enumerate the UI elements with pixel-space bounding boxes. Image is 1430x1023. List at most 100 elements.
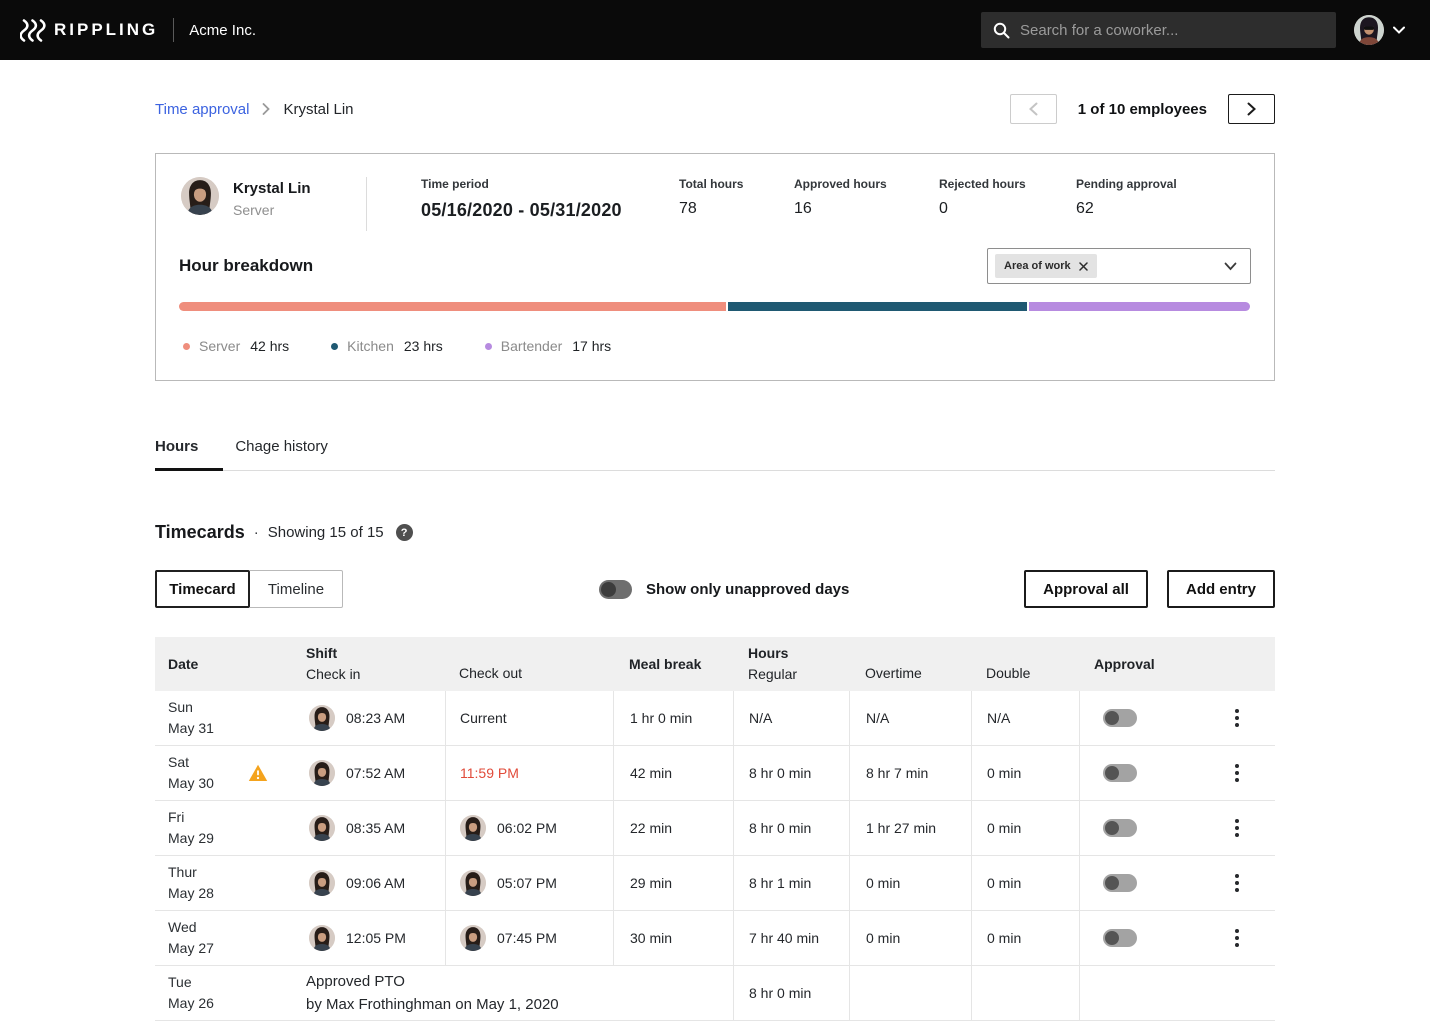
table-header: Date Shift Check in Check out Meal break… — [155, 637, 1275, 691]
breadcrumb-link-time-approval[interactable]: Time approval — [155, 101, 249, 118]
view-timeline-button[interactable]: Timeline — [250, 570, 343, 608]
overtime-cell — [849, 966, 971, 1020]
timecard-row: Sun May 31 08:23 AM Current 1 hr 0 min N… — [155, 691, 1275, 746]
employee-avatar — [181, 177, 219, 215]
timecard-row: Wed May 27 12:05 PM 07:45 PM 30 min 7 hr… — [155, 911, 1275, 966]
day-label: Wed — [168, 917, 197, 938]
kebab-menu-icon[interactable] — [1229, 924, 1245, 952]
tab-hours[interactable]: Hours — [155, 438, 223, 471]
search-input[interactable] — [1020, 22, 1324, 39]
meal-break-cell: 1 hr 0 min — [613, 691, 733, 745]
approval-cell — [1079, 691, 1199, 745]
kebab-menu-icon[interactable] — [1229, 759, 1245, 787]
meal-break-cell: 30 min — [613, 911, 733, 965]
bar-segment-bartender — [1029, 302, 1250, 311]
bar-segment-kitchen — [728, 302, 1027, 311]
check-out-time-alert: 11:59 PM — [460, 765, 519, 781]
filter-tag-label: Area of work — [1004, 260, 1071, 272]
check-out-time: 07:45 PM — [497, 930, 557, 946]
breadcrumb: Time approval Krystal Lin — [155, 101, 354, 118]
user-menu[interactable] — [1354, 15, 1405, 45]
approval-toggle[interactable] — [1103, 929, 1137, 947]
header-date: Date — [155, 637, 295, 691]
coworker-search[interactable] — [981, 12, 1336, 48]
legend-dot-kitchen — [331, 343, 338, 350]
toggle-knob — [1105, 876, 1119, 890]
tab-change-history[interactable]: Chage history — [235, 438, 328, 470]
hour-breakdown-bar — [179, 302, 1250, 311]
hour-breakdown-title: Hour breakdown — [179, 256, 313, 276]
timecard-row-pto: Tue May 26 Approved PTO by Max Frothingh… — [155, 966, 1275, 1021]
header-checkout: Check out — [445, 637, 613, 691]
breadcrumb-current: Krystal Lin — [283, 101, 353, 118]
header-approval: Approval — [1079, 637, 1199, 691]
day-label: Sat — [168, 752, 189, 773]
employee-summary-card: Krystal Lin Server Time period 05/16/202… — [155, 153, 1275, 381]
timecard-row: Thur May 28 09:06 AM 05:07 PM 29 min 8 h… — [155, 856, 1275, 911]
next-employee-button[interactable] — [1228, 94, 1275, 124]
warning-icon[interactable] — [248, 764, 268, 782]
approval-cell — [1079, 911, 1199, 965]
add-entry-button[interactable]: Add entry — [1167, 570, 1275, 608]
dot-separator: · — [254, 524, 259, 541]
check-in-time: 08:23 AM — [346, 710, 405, 726]
overtime-cell: 0 min — [849, 911, 971, 965]
approval-cell — [1079, 746, 1199, 800]
regular-hours-cell: 8 hr 0 min — [733, 746, 849, 800]
rippling-logo-icon[interactable] — [20, 19, 46, 42]
regular-hours-cell: 8 hr 1 min — [733, 856, 849, 910]
date-label: May 28 — [168, 883, 214, 904]
kebab-menu-icon[interactable] — [1229, 814, 1245, 842]
breadcrumb-row: Time approval Krystal Lin 1 of 10 employ… — [155, 93, 1275, 125]
meal-break-cell: 42 min — [613, 746, 733, 800]
prev-employee-button[interactable] — [1010, 94, 1057, 124]
approval-toggle[interactable] — [1103, 874, 1137, 892]
company-name: Acme Inc. — [189, 22, 256, 39]
kebab-menu-icon[interactable] — [1229, 704, 1245, 732]
stat-time-period: Time period 05/16/2020 - 05/31/2020 — [421, 177, 679, 221]
filter-tag-remove-icon[interactable] — [1079, 262, 1088, 271]
check-out-cell: 06:02 PM — [445, 801, 613, 855]
check-in-cell: 09:06 AM — [295, 856, 445, 910]
show-unapproved-toggle[interactable] — [599, 580, 632, 599]
overtime-cell: 0 min — [849, 856, 971, 910]
check-in-cell: 08:23 AM — [295, 691, 445, 745]
toggle-knob — [1105, 766, 1119, 780]
row-menu-cell — [1199, 801, 1275, 855]
approval-toggle[interactable] — [1103, 709, 1137, 727]
header-shift-checkin: Shift Check in — [295, 637, 445, 691]
date-cell: Sat May 30 — [155, 746, 295, 800]
hour-breakdown-legend: Server 42 hrs Kitchen 23 hrs Bartender 1… — [183, 338, 1274, 354]
approval-toggle[interactable] — [1103, 764, 1137, 782]
help-icon[interactable]: ? — [396, 524, 413, 541]
date-cell: Sun May 31 — [155, 691, 295, 745]
approval-toggle[interactable] — [1103, 819, 1137, 837]
toggle-knob — [601, 582, 616, 597]
double-cell: 0 min — [971, 746, 1079, 800]
double-cell: N/A — [971, 691, 1079, 745]
kebab-menu-icon[interactable] — [1229, 869, 1245, 897]
stat-total-hours: Total hours 78 — [679, 177, 794, 221]
date-cell: Thur May 28 — [155, 856, 295, 910]
timecards-count: Showing 15 of 15 — [268, 524, 384, 541]
view-timecard-button[interactable]: Timecard — [155, 570, 250, 608]
row-menu-cell — [1199, 746, 1275, 800]
view-switcher: Timecard Timeline — [155, 570, 343, 608]
timecard-row: Fri May 29 08:35 AM 06:02 PM 22 min 8 hr… — [155, 801, 1275, 856]
filter-tag: Area of work — [995, 254, 1097, 278]
row-menu-cell — [1199, 911, 1275, 965]
day-label: Sun — [168, 697, 193, 718]
check-in-time: 07:52 AM — [346, 765, 405, 781]
check-out-time: 05:07 PM — [497, 875, 557, 891]
check-in-cell: 12:05 PM — [295, 911, 445, 965]
check-in-avatar — [309, 925, 335, 951]
toggle-knob — [1105, 931, 1119, 945]
regular-hours-cell: 8 hr 0 min — [733, 801, 849, 855]
check-in-cell: 08:35 AM — [295, 801, 445, 855]
date-cell: Fri May 29 — [155, 801, 295, 855]
brand-name: RIPPLING — [54, 20, 158, 40]
area-of-work-filter[interactable]: Area of work — [987, 248, 1251, 284]
day-label: Tue — [168, 972, 192, 993]
approval-all-button[interactable]: Approval all — [1024, 570, 1148, 608]
check-out-avatar — [460, 815, 486, 841]
